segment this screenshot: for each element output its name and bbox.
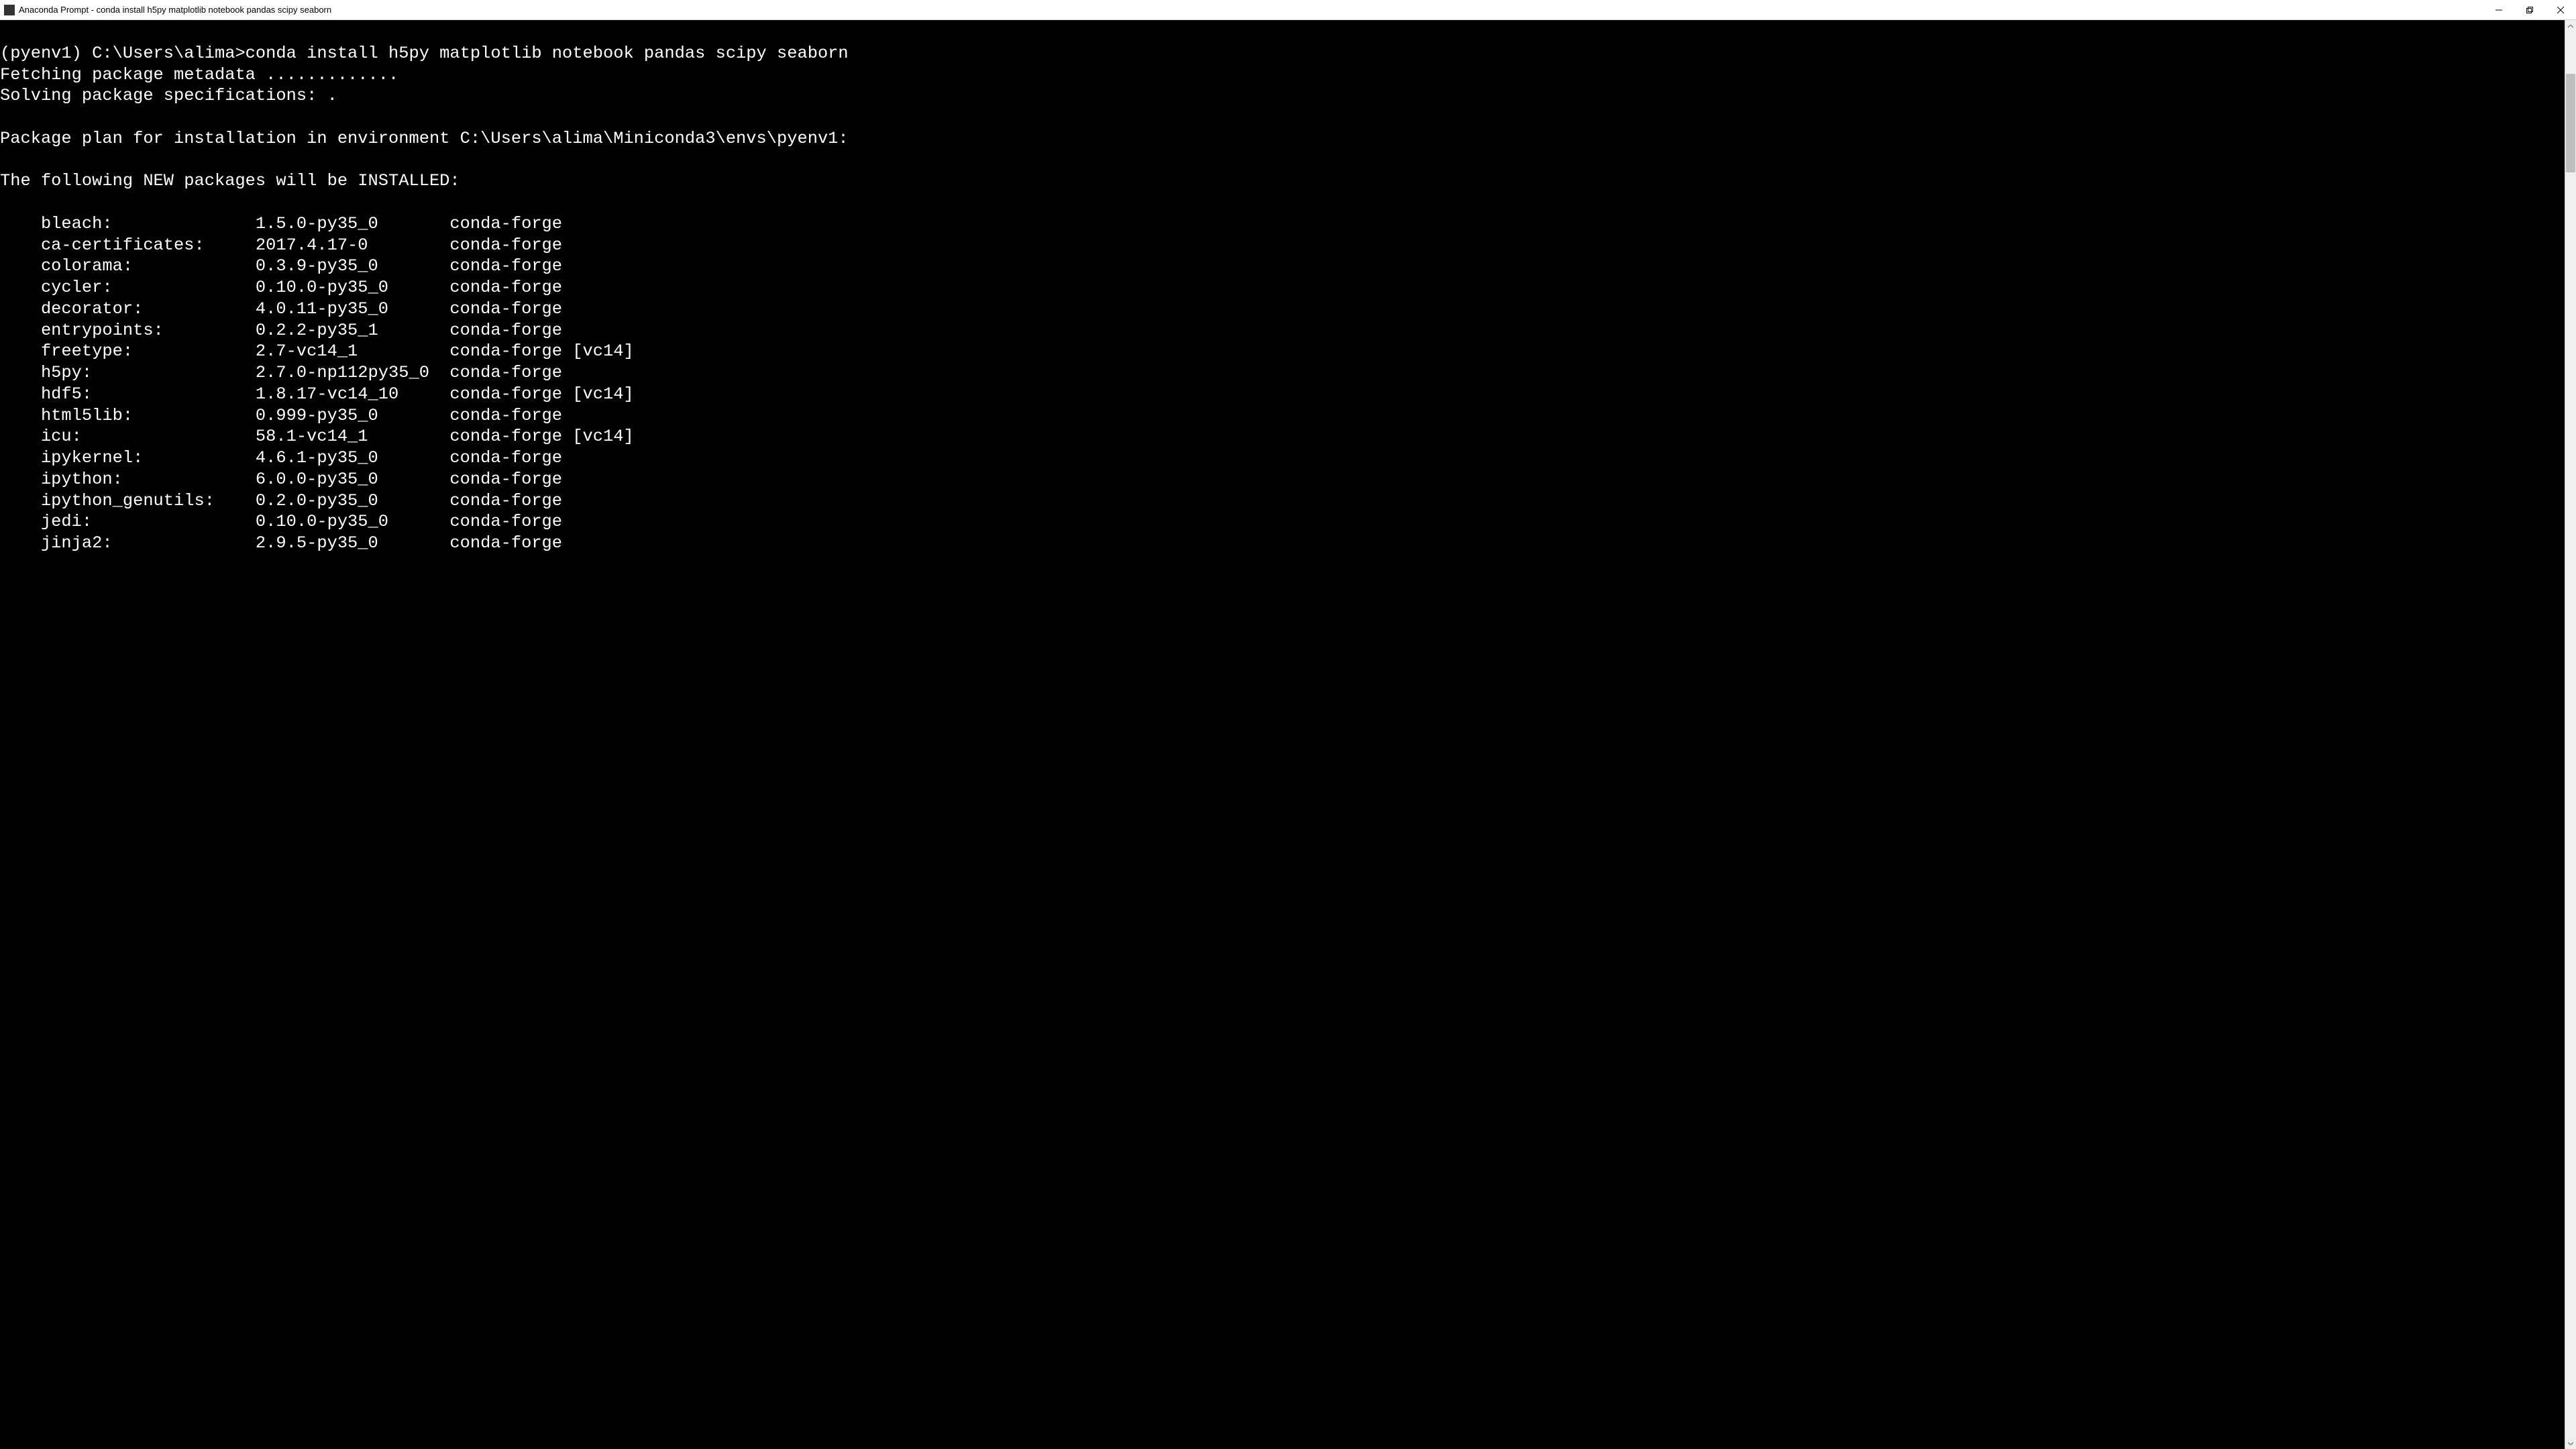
close-icon [2557,7,2564,13]
maximize-button[interactable] [2514,0,2545,19]
app-window: Anaconda Prompt - conda install h5py mat… [0,0,2576,1449]
vertical-scrollbar[interactable] [2565,20,2576,1449]
terminal-area: (pyenv1) C:\Users\alima>conda install h5… [0,20,2576,1449]
close-button[interactable] [2545,0,2576,19]
maximize-icon [2526,7,2533,13]
chevron-up-icon [2568,25,2573,28]
scroll-up-arrow[interactable] [2565,20,2576,32]
scroll-track[interactable] [2565,32,2576,1438]
window-title: Anaconda Prompt - conda install h5py mat… [19,5,2483,15]
app-icon [4,5,15,15]
minimize-icon [2496,7,2502,13]
window-controls [2483,0,2576,19]
scroll-down-arrow[interactable] [2565,1438,2576,1449]
scroll-thumb[interactable] [2566,74,2575,172]
titlebar[interactable]: Anaconda Prompt - conda install h5py mat… [0,0,2576,20]
chevron-down-icon [2568,1442,2573,1445]
minimize-button[interactable] [2483,0,2514,19]
terminal-output[interactable]: (pyenv1) C:\Users\alima>conda install h5… [0,20,2565,1449]
